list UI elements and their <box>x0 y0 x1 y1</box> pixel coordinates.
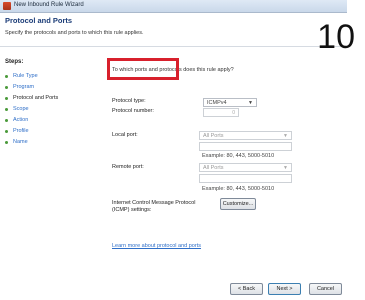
protocol-type-select[interactable]: ICMPv4 ▼ <box>203 98 257 107</box>
step-bullet-icon <box>5 107 8 111</box>
firewall-icon <box>3 2 11 10</box>
dropdown-arrow-icon: ▼ <box>248 100 253 106</box>
protocol-type-highlight-box <box>107 58 179 80</box>
step-rule-type[interactable]: Rule Type <box>5 73 38 79</box>
back-button[interactable]: < Back <box>230 283 263 295</box>
step-number-annotation: 10 <box>317 18 355 56</box>
steps-sidebar: Steps: Rule Type Program Protocol and Po… <box>0 47 85 300</box>
local-port-select[interactable]: All Ports ▼ <box>199 131 292 140</box>
customize-button[interactable]: Customize... <box>220 198 256 210</box>
main-panel: To which ports and protocols does this r… <box>86 47 347 300</box>
local-port-input[interactable] <box>199 142 292 151</box>
cancel-button[interactable]: Cancel <box>309 283 342 295</box>
step-program[interactable]: Program <box>5 84 34 90</box>
local-port-label: Local port: <box>112 132 138 138</box>
remote-port-label: Remote port: <box>112 164 144 170</box>
step-protocol-and-ports[interactable]: Protocol and Ports <box>5 95 58 101</box>
protocol-type-label: Protocol type: <box>112 98 146 104</box>
icmp-settings-label-line2: (ICMP) settings: <box>112 207 152 213</box>
local-port-example: Example: 80, 443, 5000-5010 <box>202 153 275 159</box>
protocol-number-label: Protocol number: <box>112 108 154 114</box>
title-bar: New Inbound Rule Wizard <box>0 0 347 13</box>
step-bullet-icon <box>5 74 8 78</box>
step-scope[interactable]: Scope <box>5 106 29 112</box>
wizard-header: Protocol and Ports Specify the protocols… <box>0 13 347 47</box>
protocol-number-input[interactable]: 0 <box>203 108 239 117</box>
steps-label: Steps: <box>5 59 24 65</box>
dropdown-arrow-icon: ▼ <box>283 133 288 139</box>
wizard-window: New Inbound Rule Wizard Protocol and Por… <box>0 0 347 300</box>
window-title: New Inbound Rule Wizard <box>14 2 84 8</box>
remote-port-example: Example: 80, 443, 5000-5010 <box>202 186 275 192</box>
step-bullet-icon <box>5 85 8 89</box>
page-title: Protocol and Ports <box>5 16 73 25</box>
page-description: Specify the protocols and ports to which… <box>5 30 144 36</box>
learn-more-link[interactable]: Learn more about protocol and ports <box>112 243 201 249</box>
next-button[interactable]: Next > <box>268 283 301 295</box>
step-bullet-icon <box>5 140 8 144</box>
step-name[interactable]: Name <box>5 139 28 145</box>
dropdown-arrow-icon: ▼ <box>283 165 288 171</box>
step-bullet-icon <box>5 129 8 133</box>
remote-port-input[interactable] <box>199 174 292 183</box>
step-action[interactable]: Action <box>5 117 28 123</box>
step-profile[interactable]: Profile <box>5 128 29 134</box>
remote-port-select[interactable]: All Ports ▼ <box>199 163 292 172</box>
icmp-settings-label-line1: Internet Control Message Protocol <box>112 200 196 206</box>
step-bullet-icon <box>5 96 8 100</box>
step-bullet-icon <box>5 118 8 122</box>
